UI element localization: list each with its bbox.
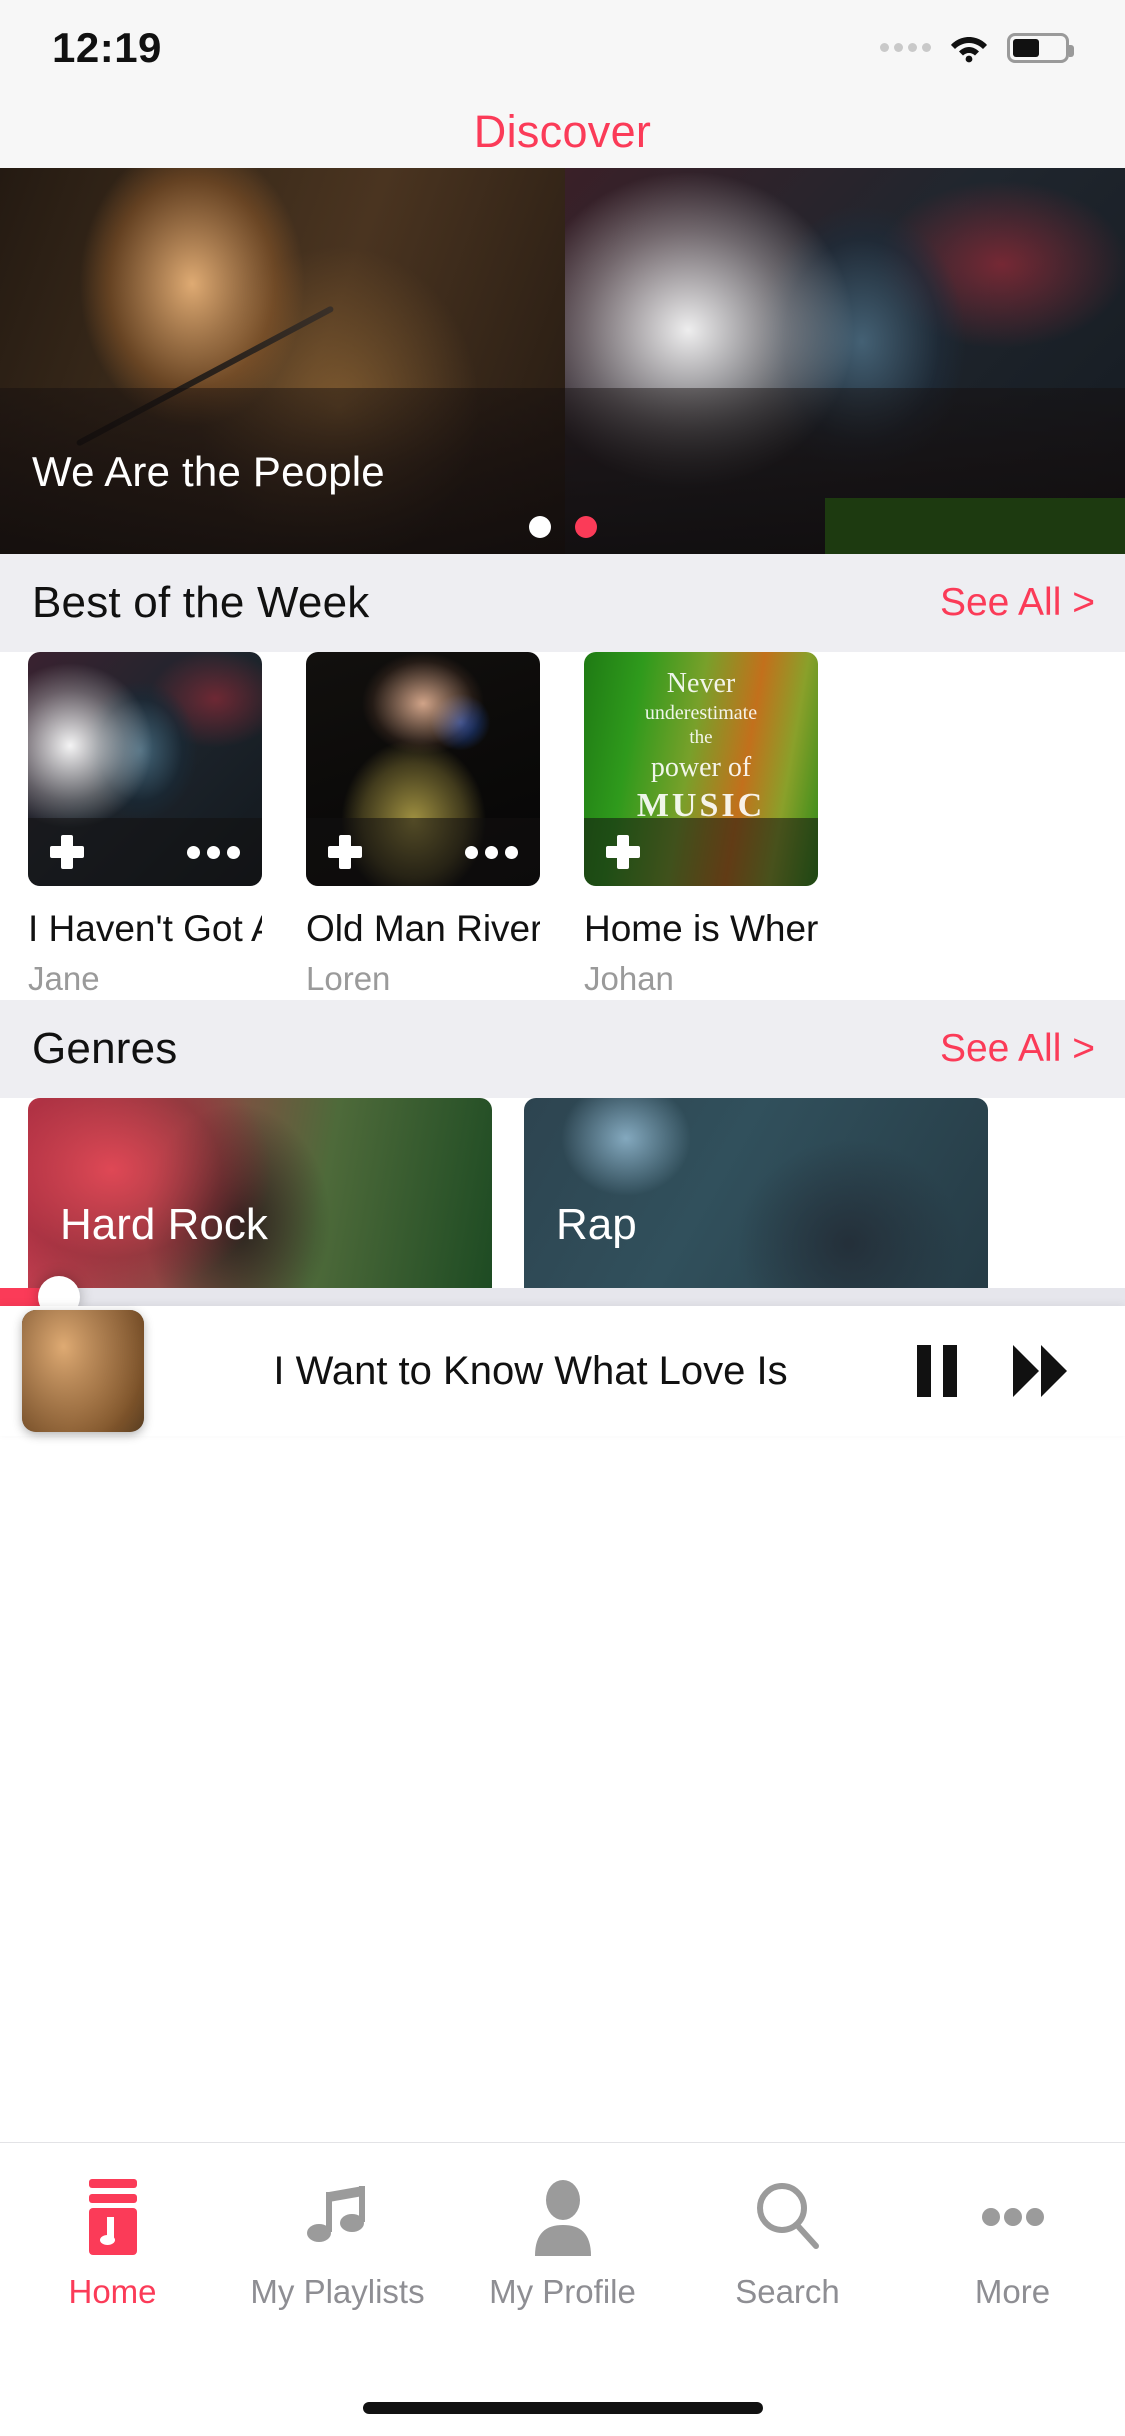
song-artwork[interactable] — [306, 652, 540, 886]
song-artwork[interactable] — [28, 652, 262, 886]
status-bar: 12:19 — [0, 0, 1125, 95]
tab-search[interactable]: Search — [675, 2177, 900, 2311]
page-title: Discover — [473, 105, 652, 157]
artwork-text-line4: power of — [650, 751, 752, 783]
artwork-text-line1: Never — [666, 668, 736, 699]
song-artwork[interactable]: Never underestimate the power of MUSIC — [584, 652, 818, 886]
tab-label: My Playlists — [250, 2273, 425, 2310]
song-card[interactable]: Old Man River Loren — [306, 652, 540, 1000]
home-indicator[interactable] — [362, 2402, 763, 2414]
music-note-icon — [299, 2177, 377, 2257]
section-title: Best of the Week — [32, 578, 370, 627]
see-all-button-best-of-week[interactable]: See All > — [940, 581, 1095, 625]
tab-bar[interactable]: Home My Playlists My Profile Search More — [0, 2142, 1125, 2436]
song-title: Home is Where — [584, 908, 818, 949]
tab-label: Home — [68, 2273, 157, 2310]
song-title: I Haven't Got An… — [28, 908, 262, 949]
song-card[interactable]: I Haven't Got An… Jane — [28, 652, 262, 1000]
hero-carousel[interactable]: We Are the People — [0, 168, 1125, 554]
nav-bar: Discover — [0, 95, 1125, 168]
carousel-dot-1[interactable] — [528, 516, 551, 538]
hero-slide-2[interactable] — [565, 168, 1125, 554]
search-icon — [750, 2177, 826, 2257]
plus-icon[interactable] — [50, 835, 84, 869]
tab-my-playlists[interactable]: My Playlists — [225, 2177, 450, 2311]
playback-progress-bar[interactable] — [0, 1276, 1125, 1318]
more-dots-icon[interactable] — [465, 845, 518, 859]
pause-icon[interactable] — [917, 1345, 957, 1397]
song-action-bar — [28, 818, 262, 886]
artwork-text-line3: the — [689, 727, 713, 748]
section-title: Genres — [32, 1024, 178, 1073]
section-header-best-of-week: Best of the Week See All > — [0, 554, 1125, 652]
hero-slide-1[interactable]: We Are the People — [0, 168, 565, 554]
song-action-bar — [306, 818, 540, 886]
song-artist: Johan — [584, 960, 674, 997]
song-card[interactable]: Never underestimate the power of MUSIC H… — [584, 652, 818, 1000]
song-action-bar — [584, 818, 818, 886]
see-all-button-genres[interactable]: See All > — [940, 1027, 1095, 1071]
carousel-dot-2[interactable] — [574, 516, 597, 538]
signal-dots-icon — [880, 43, 931, 52]
genre-label: Hard Rock — [60, 1200, 268, 1249]
now-playing-bar[interactable]: I Want to Know What Love Is — [0, 1306, 1125, 1436]
app-screen: 12:19 Discover We Are the People Best of… — [0, 0, 1125, 2436]
artwork-text-line2: underestimate — [644, 702, 758, 724]
status-indicators — [880, 32, 1074, 63]
battery-icon — [1007, 32, 1074, 63]
more-dots-icon[interactable] — [187, 845, 240, 859]
best-of-week-list[interactable]: I Haven't Got An… Jane Old Man River Lor… — [0, 652, 1125, 1000]
plus-icon[interactable] — [328, 835, 362, 869]
now-playing-title: I Want to Know What Love Is — [273, 1348, 788, 1393]
tab-label: My Profile — [489, 2273, 636, 2310]
tab-more[interactable]: More — [900, 2177, 1125, 2311]
wifi-icon — [951, 36, 987, 62]
home-music-icon — [88, 2177, 137, 2257]
genre-label: Rap — [556, 1200, 637, 1249]
fast-forward-icon[interactable] — [1013, 1345, 1067, 1397]
hero-caption: We Are the People — [32, 448, 385, 495]
playback-controls — [917, 1345, 1067, 1397]
tab-label: Search — [735, 2273, 840, 2310]
song-artist: Jane — [28, 960, 100, 997]
plus-icon[interactable] — [606, 835, 640, 869]
status-time: 12:19 — [52, 23, 162, 71]
section-header-genres: Genres See All > — [0, 1000, 1125, 1098]
more-dots-icon — [973, 2177, 1053, 2257]
album-art-thumbnail[interactable] — [22, 1310, 144, 1432]
tab-label: More — [974, 2273, 1051, 2310]
song-artist: Loren — [306, 960, 391, 997]
song-title: Old Man River — [306, 908, 540, 949]
carousel-pagination-dots[interactable] — [0, 516, 1125, 538]
tab-my-profile[interactable]: My Profile — [450, 2177, 675, 2311]
person-icon — [528, 2177, 598, 2257]
tab-home[interactable]: Home — [0, 2177, 225, 2311]
